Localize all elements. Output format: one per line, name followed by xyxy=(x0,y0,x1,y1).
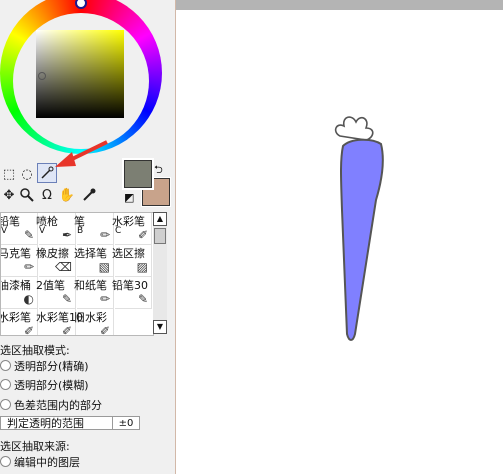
brush-name: 选择笔 xyxy=(74,247,107,260)
zoom-icon[interactable] xyxy=(18,186,36,204)
scroll-down-icon[interactable]: ▼ xyxy=(153,320,167,334)
hand-icon[interactable]: ✋ xyxy=(58,186,76,204)
brush-icon: ▨ xyxy=(136,260,148,274)
radio-icon[interactable] xyxy=(0,360,11,371)
brush-shortcut: B xyxy=(77,226,84,236)
brush-icon: ✐ xyxy=(137,228,148,242)
scroll-thumb[interactable] xyxy=(154,228,166,244)
move-icon[interactable]: ✥ xyxy=(0,186,18,204)
brush-name: 和纸笔 xyxy=(74,279,107,292)
brush-cell[interactable]: 和纸笔 ✏ xyxy=(74,277,114,309)
radio-icon[interactable] xyxy=(0,456,11,467)
brush-name: 水彩笔 xyxy=(0,311,31,324)
brush-icon: ✏ xyxy=(23,260,34,274)
brush-cell[interactable]: 油漆桶 ◐ xyxy=(1,277,38,309)
brush-icon: ◐ xyxy=(23,292,34,306)
brush-cell[interactable]: 2值笔 ✎ xyxy=(36,277,76,309)
brush-name: 橡皮擦 xyxy=(36,247,69,260)
brush-cell[interactable]: 马克笔 ✏ xyxy=(1,245,38,277)
brush-cell[interactable]: 笔 B ✏ xyxy=(74,213,114,245)
selection-mode-heading: 选区抽取模式: xyxy=(0,344,70,357)
annotation-arrow xyxy=(55,140,108,167)
carrot-drawing xyxy=(334,116,384,341)
brush-cell[interactable]: 橡皮擦 ⌫ xyxy=(36,245,76,277)
brush-name: 油漆桶 xyxy=(0,279,31,292)
radio-icon[interactable] xyxy=(0,399,11,410)
carrot-body xyxy=(340,138,384,341)
brush-cell[interactable]: 喷枪 V ✒ xyxy=(36,213,76,245)
swap-colors-icon[interactable]: ⮌ xyxy=(154,161,163,180)
drawing-canvas[interactable] xyxy=(176,10,503,474)
brush-shortcut: V xyxy=(39,226,46,236)
sv-marker[interactable] xyxy=(38,72,46,80)
brush-shortcut: V xyxy=(1,226,8,236)
brush-cell[interactable]: 水彩笔 C ✐ xyxy=(112,213,152,245)
rotate-icon[interactable]: Ω xyxy=(38,186,56,204)
scroll-up-icon[interactable]: ▲ xyxy=(153,212,167,226)
reset-colors-icon[interactable]: ◩ xyxy=(124,192,136,204)
source-option-current-layer[interactable]: 编辑中的图层 xyxy=(0,454,80,470)
carrot-leaves xyxy=(334,116,374,141)
brush-cell[interactable]: 铅笔30 ✎ xyxy=(112,277,152,309)
brush-cell[interactable]: 水彩笔10 ✐ xyxy=(36,309,83,336)
brush-scrollbar[interactable]: ▲ ▼ xyxy=(153,212,167,334)
brush-cell[interactable]: 铅笔 V ✎ xyxy=(1,213,38,245)
main-color-swatch[interactable] xyxy=(124,160,152,188)
brush-name: 选区擦 xyxy=(112,247,145,260)
brush-icon: ✎ xyxy=(23,228,34,242)
brush-name: 马克笔 xyxy=(0,247,31,260)
brush-icon: ✒ xyxy=(61,228,72,242)
brush-icon: ✐ xyxy=(23,324,34,336)
brush-name: 铅笔30 xyxy=(112,279,148,292)
brush-icon: ✐ xyxy=(61,324,72,336)
brush-icon: ✎ xyxy=(61,292,72,306)
saturation-value-square[interactable] xyxy=(36,30,124,118)
eyedropper-icon[interactable] xyxy=(80,186,98,204)
transparency-range-value[interactable]: ±0 xyxy=(112,416,140,430)
brush-cell[interactable]: 选择笔 ▧ xyxy=(74,245,114,277)
transparency-range-field[interactable]: 判定透明的范围 xyxy=(0,416,126,430)
mode-option-color-range[interactable]: 色差范围内的部分 xyxy=(0,397,102,413)
brush-icon: ✐ xyxy=(99,324,110,336)
brush-tool-grid: 铅笔 V ✎ 喷枪 V ✒ 笔 B ✏ 水彩笔 C ✐ 马克笔 ✏ 橡皮擦 ⌫ 选择笔 ▧ 选区擦 ▨ 油漆桶 ◐ 2值笔 ✎… xyxy=(0,212,154,336)
brush-name: 2值笔 xyxy=(36,279,65,292)
radio-icon[interactable] xyxy=(0,379,11,390)
brush-cell[interactable]: 水彩笔 ✐ xyxy=(0,309,38,336)
brush-icon: ✏ xyxy=(99,228,110,242)
lasso-select-icon[interactable]: ◌ xyxy=(18,165,36,183)
mode-option-blur[interactable]: 透明部分(模糊) xyxy=(0,377,89,393)
brush-shortcut: C xyxy=(115,226,122,236)
canvas-top-bar xyxy=(176,0,503,10)
mode-option-precise[interactable]: 透明部分(精确) xyxy=(0,358,89,374)
brush-icon: ✏ xyxy=(99,292,110,306)
selection-source-heading: 选区抽取来源: xyxy=(0,440,70,453)
rect-select-icon[interactable]: ⬚ xyxy=(0,165,18,183)
brush-cell[interactable]: 选区擦 ▨ xyxy=(112,245,152,277)
brush-name: 旧水彩 xyxy=(74,311,107,324)
brush-icon: ▧ xyxy=(98,260,110,274)
brush-icon: ⌫ xyxy=(55,260,72,274)
brush-cell[interactable]: 旧水彩 ✐ xyxy=(74,309,114,336)
brush-icon: ✎ xyxy=(137,292,148,306)
